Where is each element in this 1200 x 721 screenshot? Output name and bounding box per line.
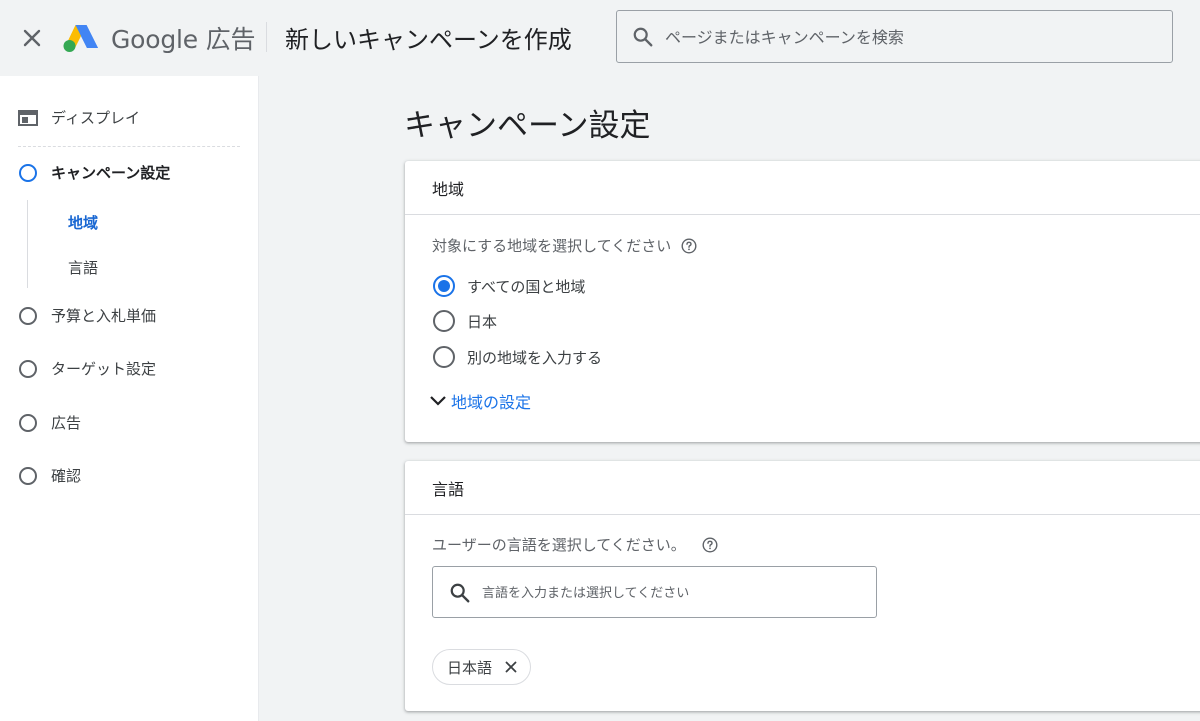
close-icon [505, 661, 517, 673]
step-circle-icon [19, 466, 37, 485]
location-card: 地域 対象にする地域を選択してください すべての国と地域 日本 別の地域を入力す… [405, 161, 1200, 442]
radio-label: すべての国と地域 [467, 277, 586, 296]
radio-button[interactable] [433, 346, 455, 368]
sidebar-item-ads[interactable]: 広告 [0, 412, 81, 433]
language-search-input[interactable] [480, 579, 860, 607]
language-prompt: ユーザーの言語を選択してください。 [432, 534, 718, 555]
expand-label: 地域の設定 [451, 393, 532, 412]
help-icon[interactable] [681, 237, 697, 254]
header-divider [266, 22, 267, 52]
help-icon[interactable] [702, 536, 718, 553]
sidebar-item-display[interactable]: ディスプレイ [0, 107, 140, 128]
location-prompt-text: 対象にする地域を選択してください [432, 237, 672, 255]
top-bar: Google 広告 新しいキャンペーンを作成 [0, 0, 1200, 76]
step-circle-icon [19, 359, 37, 378]
location-card-header: 地域 [405, 161, 1200, 215]
sidebar-subitem-language[interactable]: 言語 [68, 257, 98, 278]
display-icon [18, 108, 38, 128]
radio-button-checked[interactable] [433, 275, 455, 297]
sidebar-item-label: 広告 [51, 414, 82, 432]
sidebar-item-targeting[interactable]: ターゲット設定 [0, 358, 156, 379]
sidebar-item-label: キャンペーン設定 [51, 164, 171, 182]
radio-all-countries[interactable]: すべての国と地域 [433, 275, 585, 297]
sidebar-item-review[interactable]: 確認 [0, 465, 81, 486]
google-ads-logo-icon [63, 25, 98, 52]
step-circle-icon [19, 163, 37, 182]
sidebar-item-label: 予算と入札単価 [51, 307, 157, 325]
sidebar-item-label: ターゲット設定 [51, 360, 157, 378]
sidebar-divider [18, 146, 240, 147]
language-card: 言語 ユーザーの言語を選択してください。 日本語 [405, 461, 1200, 711]
sidebar-item-campaign-settings[interactable]: キャンペーン設定 [0, 162, 170, 183]
language-prompt-text: ユーザーの言語を選択してください。 [432, 536, 686, 554]
search-icon [450, 583, 470, 603]
radio-label: 日本 [467, 312, 498, 331]
logo-text: Google 広告 [111, 25, 256, 54]
sidebar-item-label: 確認 [51, 467, 82, 485]
sidebar-item-label: ディスプレイ [51, 109, 140, 127]
language-chip: 日本語 [432, 649, 532, 685]
sidebar-item-budget-bidding[interactable]: 予算と入札単価 [0, 305, 156, 326]
sub-nav-line [27, 200, 28, 288]
radio-label: 別の地域を入力する [467, 348, 603, 367]
close-icon [23, 29, 41, 47]
location-settings-expand[interactable]: 地域の設定 [429, 389, 531, 413]
sidebar: ディスプレイ キャンペーン設定 地域 言語 予算と入札単価 ターゲット設定 広告… [0, 76, 259, 721]
page-title: 新しいキャンペーンを作成 [285, 26, 572, 54]
sidebar-subitem-location[interactable]: 地域 [68, 212, 98, 233]
page-search-box[interactable] [616, 10, 1173, 63]
chevron-down-icon [430, 396, 446, 406]
radio-japan[interactable]: 日本 [433, 310, 497, 332]
close-button[interactable] [14, 20, 50, 56]
section-title: キャンペーン設定 [404, 108, 651, 144]
language-card-header: 言語 [405, 461, 1200, 515]
search-icon [633, 27, 653, 47]
chip-label: 日本語 [447, 658, 493, 677]
location-prompt: 対象にする地域を選択してください [432, 235, 697, 256]
step-circle-icon [19, 413, 37, 432]
language-search-box[interactable] [432, 566, 877, 618]
radio-button[interactable] [433, 310, 455, 332]
chip-remove-button[interactable] [502, 658, 520, 676]
radio-other-location[interactable]: 別の地域を入力する [433, 346, 602, 368]
page-search-input[interactable] [663, 23, 1153, 51]
step-circle-icon [19, 306, 37, 325]
